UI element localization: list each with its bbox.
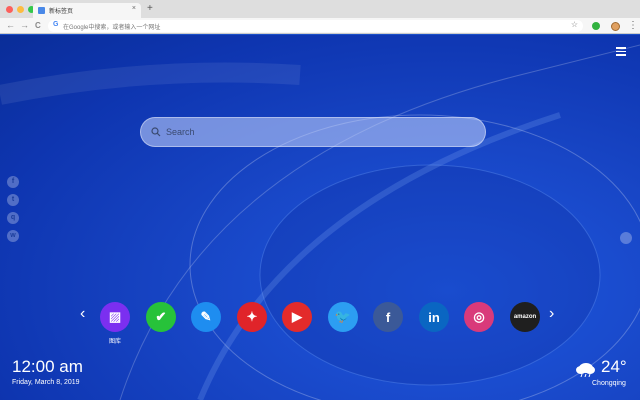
- close-window-button[interactable]: [6, 6, 13, 13]
- prev-arrow-button[interactable]: ‹: [80, 305, 85, 323]
- cloud-icon: [576, 363, 595, 377]
- youtube-icon: ▶: [292, 309, 302, 324]
- qq-icon[interactable]: q: [7, 212, 19, 224]
- linkedin-icon: in: [428, 309, 440, 325]
- app-tasks-button[interactable]: ✔: [146, 302, 176, 332]
- app-games-button[interactable]: ✦: [237, 302, 267, 332]
- back-button[interactable]: ←: [6, 20, 15, 31]
- browser-toolbar: ← → C G 在Google中搜索，或者输入一个网址 ☆: [0, 18, 640, 34]
- forward-button[interactable]: →: [20, 20, 29, 31]
- background-wallpaper: [0, 44, 640, 400]
- facebook-icon[interactable]: f: [7, 176, 19, 188]
- address-bar[interactable]: G 在Google中搜索，或者输入一个网址 ☆: [48, 20, 583, 32]
- search-placeholder: Search: [166, 127, 195, 137]
- facebook-icon: f: [385, 309, 391, 325]
- search-box[interactable]: Search: [140, 117, 486, 147]
- notes-icon: ✎: [200, 309, 212, 324]
- bookmark-star-icon[interactable]: ☆: [571, 20, 578, 29]
- date: Friday, March 8, 2019: [12, 379, 80, 386]
- app-amazon-button[interactable]: amazon: [510, 302, 540, 332]
- app-gallery-button[interactable]: ▨: [100, 302, 130, 332]
- app-gallery-label: 图库: [108, 339, 121, 345]
- window-controls: [6, 6, 35, 13]
- tab-favicon-icon: [38, 7, 45, 14]
- app-youtube-button[interactable]: ▶: [282, 302, 312, 332]
- new-tab-button[interactable]: +: [147, 3, 153, 14]
- new-tab-page: Search f t q w ‹ ▨ 图库 ✔ ✎ ✦ ▶ 🐦 f in ◎ amazon › 12…: [0, 35, 640, 400]
- app-notes-button[interactable]: ✎: [191, 302, 221, 332]
- games-icon: ✦: [246, 309, 258, 324]
- app-facebook-button[interactable]: f: [373, 302, 403, 332]
- temperature: 24°: [601, 357, 627, 376]
- app-instagram-button[interactable]: ◎: [464, 302, 494, 332]
- app-twitter-button[interactable]: 🐦: [328, 302, 358, 332]
- tab-title: 新标签页: [49, 9, 74, 15]
- search-icon: [151, 127, 161, 137]
- menu-icon[interactable]: [616, 47, 626, 56]
- address-placeholder: 在Google中搜索，或者输入一个网址: [63, 25, 161, 31]
- twitter-icon[interactable]: t: [7, 194, 19, 206]
- qq-icon[interactable]: [620, 232, 632, 244]
- tab-bar: 新标签页 × +: [0, 0, 640, 18]
- app-linkedin-button[interactable]: in: [419, 302, 449, 332]
- next-arrow-button[interactable]: ›: [549, 305, 554, 323]
- clock: 12:00 am: [12, 357, 83, 376]
- tasks-icon: ✔: [155, 309, 167, 324]
- wechat-icon[interactable]: w: [7, 230, 19, 242]
- browser-menu-button[interactable]: ⋮: [628, 19, 638, 33]
- twitter-icon: 🐦: [334, 309, 352, 324]
- extension-icon[interactable]: [592, 22, 600, 30]
- instagram-icon: ◎: [473, 309, 485, 324]
- tab-close-button[interactable]: ×: [132, 5, 136, 12]
- profile-avatar[interactable]: [611, 22, 620, 31]
- gallery-icon: ▨: [108, 309, 122, 324]
- reload-button[interactable]: C: [35, 20, 41, 31]
- city-name: Chongqing: [592, 380, 626, 387]
- app-dock: ‹ ▨ 图库 ✔ ✎ ✦ ▶ 🐦 f in ◎ amazon ›: [0, 300, 640, 345]
- minimize-window-button[interactable]: [17, 6, 24, 13]
- browser-tab[interactable]: 新标签页 ×: [33, 3, 141, 18]
- google-icon: G: [53, 21, 59, 28]
- amazon-icon: amazon: [513, 314, 537, 320]
